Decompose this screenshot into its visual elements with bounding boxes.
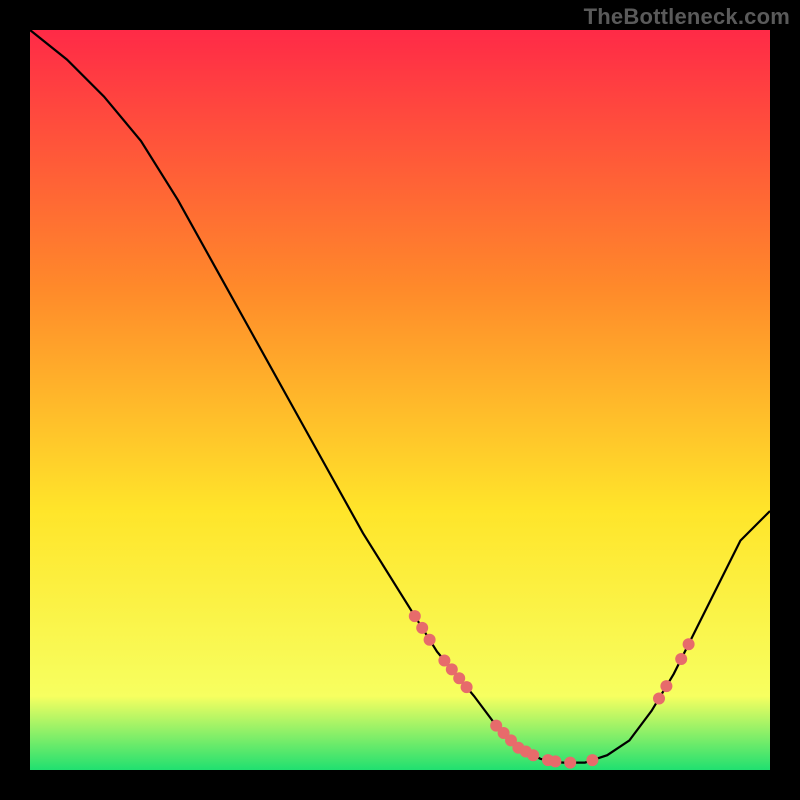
highlight-dot bbox=[675, 653, 687, 665]
bottleneck-chart bbox=[0, 0, 800, 800]
highlight-dot bbox=[424, 634, 436, 646]
highlight-dot bbox=[409, 610, 421, 622]
highlight-dot bbox=[683, 638, 695, 650]
highlight-dot bbox=[586, 754, 598, 766]
highlight-dot bbox=[461, 681, 473, 693]
highlight-dot bbox=[549, 755, 561, 767]
highlight-dot bbox=[660, 680, 672, 692]
highlight-dot bbox=[564, 757, 576, 769]
highlight-dot bbox=[653, 693, 665, 705]
chart-frame: { "watermark": "TheBottleneck.com", "col… bbox=[0, 0, 800, 800]
highlight-dot bbox=[416, 622, 428, 634]
highlight-dot bbox=[527, 749, 539, 761]
